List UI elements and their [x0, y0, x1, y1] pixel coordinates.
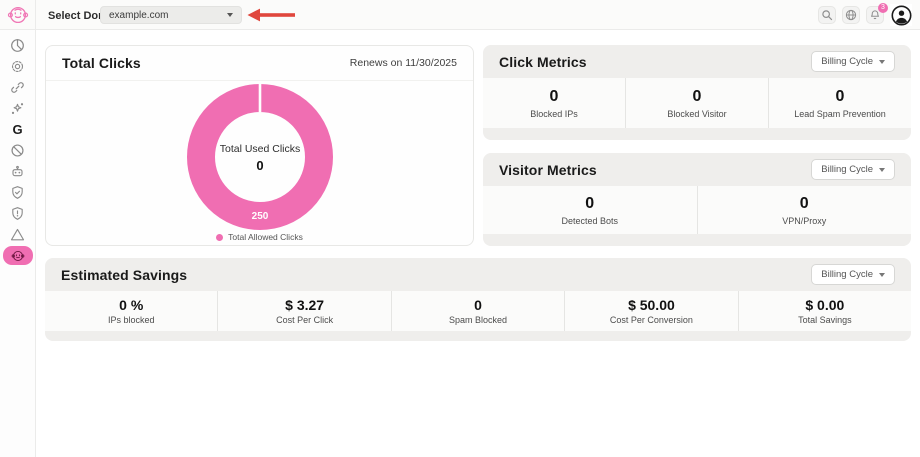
stat-value: 0 [799, 194, 809, 212]
avatar[interactable] [890, 4, 912, 26]
donut-legend: Total Allowed Clicks [46, 232, 473, 242]
total-clicks-title: Total Clicks [62, 55, 141, 71]
pie-chart-icon [11, 39, 24, 52]
notifications-button[interactable]: 3 [866, 3, 888, 24]
click-metrics-stats: 0 Blocked IPs 0 Blocked Visitor 0 Lead S… [483, 78, 911, 128]
chevron-down-icon [227, 13, 233, 17]
gear-icon [11, 60, 24, 73]
billing-cycle-label: Billing Cycle [821, 269, 873, 280]
chevron-down-icon [879, 59, 885, 64]
mascot-logo-icon [7, 6, 28, 24]
annotation-arrow-left-icon [247, 8, 295, 22]
mascot-icon [11, 250, 24, 261]
sidebar-item-dashboard[interactable] [0, 35, 36, 56]
sidebar-item-active-mascot[interactable] [2, 246, 33, 265]
language-button[interactable] [842, 6, 860, 24]
dashboard-screen: Select Domain example.com 3 G Total Clic… [0, 0, 920, 457]
billing-cycle-label: Billing Cycle [821, 164, 873, 175]
notification-badge: 3 [878, 3, 888, 13]
stat-value: 0 [585, 194, 595, 212]
estimated-savings-billing-cycle-button[interactable]: Billing Cycle [811, 264, 895, 285]
domain-dropdown-value: example.com [109, 9, 169, 21]
stat-label: Lead Spam Prevention [794, 108, 886, 119]
block-icon [11, 144, 24, 157]
stat-value: 0 [549, 87, 559, 105]
sidebar-nav: G [0, 30, 36, 457]
stat-detected-bots: 0 Detected Bots [483, 186, 698, 234]
app-logo[interactable] [0, 0, 36, 30]
top-bar: Select Domain example.com 3 [0, 0, 920, 30]
renews-date-text: Renews on 11/30/2025 [349, 57, 457, 69]
stat-label: Detected Bots [561, 215, 619, 226]
total-clicks-donut-chart: Total Used Clicks 0 250 [46, 83, 473, 231]
stat-value: $ 50.00 [628, 297, 675, 313]
visitor-metrics-stats: 0 Detected Bots 0 VPN/Proxy [483, 186, 911, 234]
stat-cost-per-click: $ 3.27 Cost Per Click [218, 291, 392, 331]
shield-check-icon [12, 186, 23, 199]
visitor-metrics-billing-cycle-button[interactable]: Billing Cycle [811, 159, 895, 180]
billing-cycle-label: Billing Cycle [821, 56, 873, 67]
stat-label: IPs blocked [107, 315, 155, 325]
topbar-actions: 3 [818, 3, 912, 26]
link-icon [11, 82, 24, 93]
stat-value: $ 3.27 [285, 297, 325, 313]
legend-dot-icon [216, 233, 224, 241]
stat-label: Blocked IPs [530, 108, 578, 119]
stat-label: Blocked Visitor [667, 108, 727, 119]
stat-label: Cost Per Conversion [609, 315, 693, 325]
chevron-down-icon [879, 167, 885, 172]
stat-value: 0 [835, 87, 845, 105]
stat-label: Total Savings [798, 315, 852, 325]
globe-icon [845, 9, 857, 21]
bot-icon [12, 165, 23, 177]
visitor-metrics-title: Visitor Metrics [499, 161, 597, 178]
click-metrics-card: Click Metrics Billing Cycle 0 Blocked IP… [483, 45, 911, 140]
estimated-savings-title: Estimated Savings [61, 266, 188, 283]
stat-label: VPN/Proxy [782, 215, 827, 226]
stat-value: 0 % [119, 297, 144, 313]
sidebar-item-warnings[interactable] [0, 224, 36, 245]
stat-value: 0 [692, 87, 702, 105]
stat-spam-blocked: 0 Spam Blocked [392, 291, 566, 331]
stat-label: Cost Per Click [276, 315, 334, 325]
warning-triangle-icon [10, 228, 25, 241]
main-content: Total Clicks Renews on 11/30/2025 Total … [36, 30, 920, 457]
stat-ips-blocked: 0 % IPs blocked [45, 291, 219, 331]
sidebar-item-google[interactable]: G [0, 119, 36, 140]
sidebar-item-bots[interactable] [0, 161, 36, 182]
sidebar-item-protection[interactable] [0, 182, 36, 203]
chevron-down-icon [879, 272, 885, 277]
stat-lead-spam-prevention: 0 Lead Spam Prevention [769, 78, 911, 128]
donut-center-label: Total Used Clicks [219, 143, 300, 155]
estimated-savings-card: Estimated Savings Billing Cycle 0 % IPs … [45, 258, 911, 341]
stat-blocked-visitor: 0 Blocked Visitor [626, 78, 769, 128]
stat-blocked-ips: 0 Blocked IPs [483, 78, 626, 128]
search-button[interactable] [818, 6, 836, 24]
sidebar-item-settings[interactable] [0, 56, 36, 77]
stat-value: $ 0.00 [805, 297, 845, 313]
search-icon [822, 10, 833, 21]
click-metrics-billing-cycle-button[interactable]: Billing Cycle [811, 51, 895, 72]
stat-vpn-proxy: 0 VPN/Proxy [698, 186, 912, 234]
stat-total-savings: $ 0.00 Total Savings [739, 291, 911, 331]
stat-value: 0 [474, 297, 482, 313]
legend-label: Total Allowed Clicks [228, 232, 303, 242]
estimated-savings-stats: 0 % IPs blocked $ 3.27 Cost Per Click 0 … [45, 291, 911, 331]
donut-center-value: 0 [256, 158, 263, 173]
donut-slice-label: 250 [251, 211, 268, 222]
domain-dropdown[interactable]: example.com [100, 6, 242, 24]
click-metrics-title: Click Metrics [499, 53, 587, 70]
sidebar-item-links[interactable] [0, 77, 36, 98]
stat-cost-per-conversion: $ 50.00 Cost Per Conversion [565, 291, 739, 331]
sidebar-item-alerts[interactable] [0, 203, 36, 224]
sidebar-item-automation[interactable] [0, 98, 36, 119]
stat-label: Spam Blocked [449, 315, 508, 325]
total-clicks-card: Total Clicks Renews on 11/30/2025 Total … [45, 45, 474, 246]
sidebar-item-blocking[interactable] [0, 140, 36, 161]
user-avatar-icon [891, 5, 911, 25]
shield-alert-icon [12, 207, 23, 220]
google-icon: G [12, 122, 23, 137]
visitor-metrics-card: Visitor Metrics Billing Cycle 0 Detected… [483, 153, 911, 246]
sparkle-icon [11, 103, 24, 114]
